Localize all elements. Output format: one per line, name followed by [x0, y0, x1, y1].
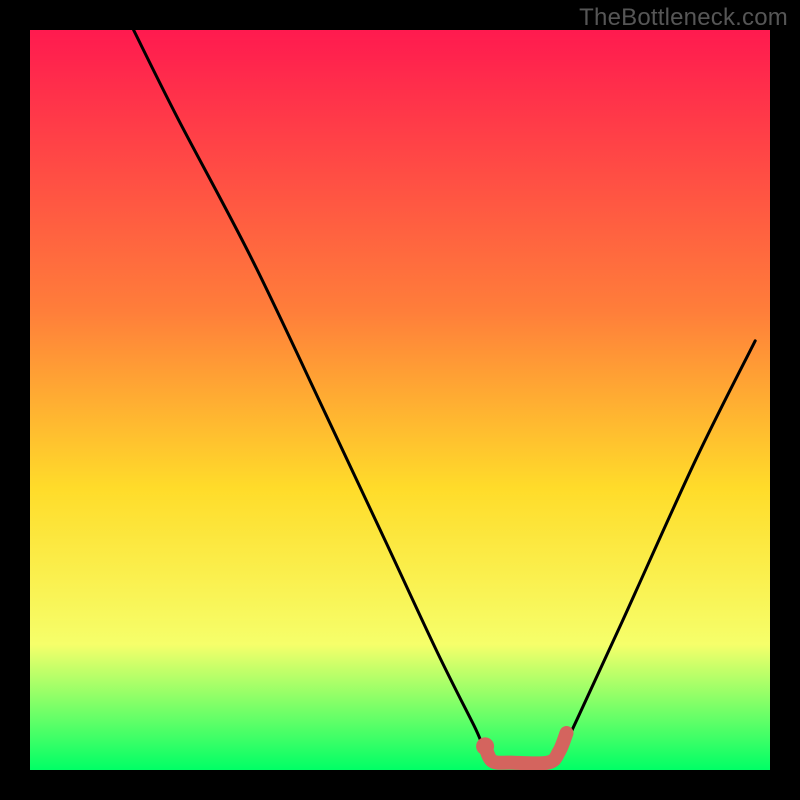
optimal-point-marker	[476, 737, 494, 755]
watermark-text: TheBottleneck.com	[579, 4, 788, 32]
gradient-background	[30, 30, 770, 770]
plot-area	[30, 30, 770, 770]
chart-frame: TheBottleneck.com	[0, 0, 800, 800]
chart-svg	[30, 30, 770, 770]
